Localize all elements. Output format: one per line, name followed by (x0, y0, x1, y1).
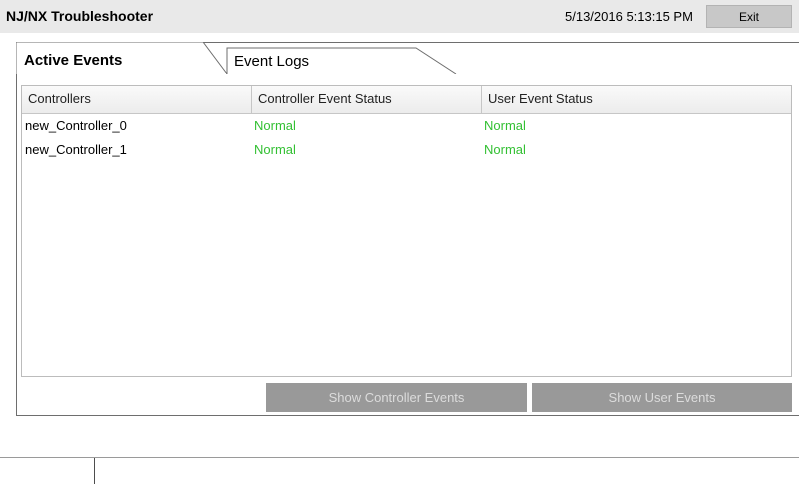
show-controller-events-button[interactable]: Show Controller Events (266, 383, 527, 412)
tab-active-events[interactable]: Active Events (24, 52, 122, 69)
column-header-controllers[interactable]: Controllers (22, 86, 252, 113)
table-row[interactable]: new_Controller_0 Normal Normal (22, 114, 791, 138)
user-event-status: Normal (484, 118, 526, 133)
events-table: Controllers Controller Event Status User… (21, 85, 792, 377)
title-bar: NJ/NX Troubleshooter 5/13/2016 5:13:15 P… (0, 0, 799, 33)
table-row[interactable]: new_Controller_1 Normal Normal (22, 138, 791, 162)
user-event-status: Normal (484, 142, 526, 157)
controller-event-status: Normal (254, 142, 296, 157)
controller-name: new_Controller_1 (25, 142, 127, 157)
controller-name: new_Controller_0 (25, 118, 127, 133)
tab-strip: Active Events Event Logs (16, 42, 476, 74)
status-bar-divider (0, 457, 799, 458)
datetime-display: 5/13/2016 5:13:15 PM (565, 9, 693, 24)
column-header-controller-event-status[interactable]: Controller Event Status (252, 86, 482, 113)
table-header: Controllers Controller Event Status User… (22, 86, 791, 114)
column-header-user-event-status[interactable]: User Event Status (482, 86, 791, 113)
show-user-events-button[interactable]: Show User Events (532, 383, 792, 412)
app-title: NJ/NX Troubleshooter (6, 8, 154, 24)
controller-event-status: Normal (254, 118, 296, 133)
status-bar-separator (94, 458, 95, 484)
tab-event-logs[interactable]: Event Logs (234, 53, 309, 70)
exit-button[interactable]: Exit (706, 5, 792, 28)
